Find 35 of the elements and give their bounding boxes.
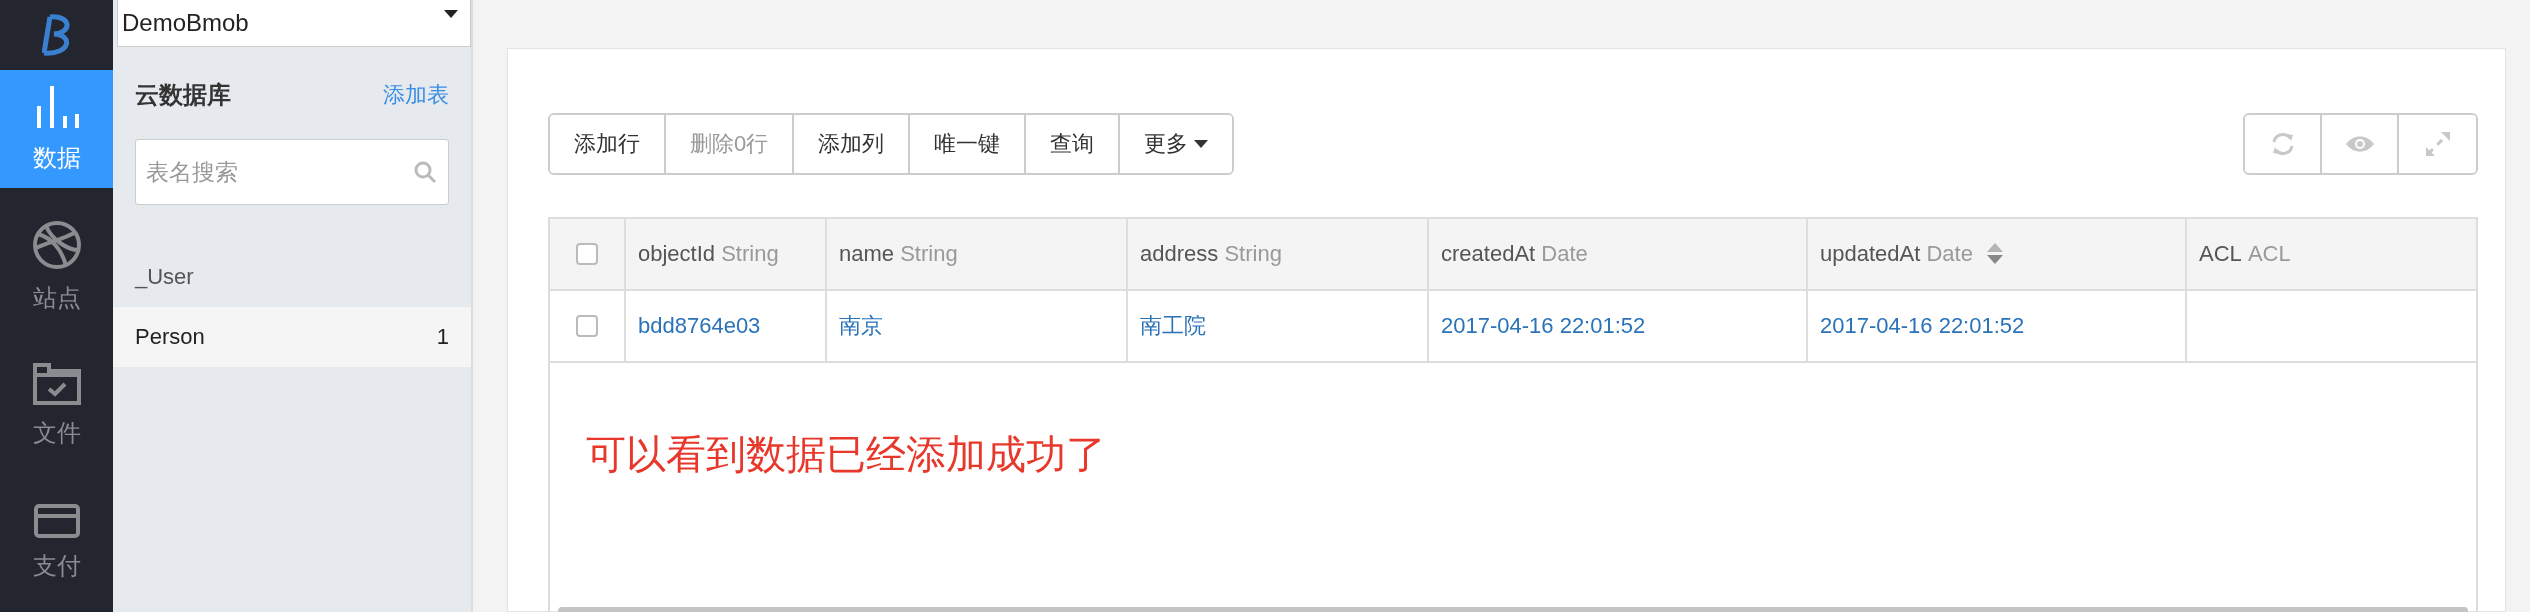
row-count: 1 <box>436 324 449 350</box>
table-cell-text: 南京 <box>839 312 883 340</box>
app-select[interactable]: DemoBmob <box>117 0 471 47</box>
table-list-item[interactable]: Person 1 <box>113 307 471 367</box>
column-header[interactable]: ACL ACL <box>2187 219 2476 289</box>
expand-icon <box>2423 130 2452 158</box>
nav-item[interactable]: 站点 <box>0 198 113 336</box>
eye-icon <box>2344 134 2375 154</box>
table-name: _User <box>135 264 194 290</box>
nav-item[interactable]: 文件 <box>0 336 113 474</box>
table-cell: 2017-04-16 22:01:52 <box>1820 313 2025 339</box>
logo-icon <box>41 13 72 57</box>
search-field[interactable]: 表名搜索 <box>135 139 449 205</box>
globe-icon <box>31 220 82 270</box>
table-name: Person <box>135 324 205 350</box>
toolbar-button[interactable]: 添加行 <box>550 115 666 173</box>
table-cell-text: 南工院 <box>1140 312 1206 340</box>
refresh-button[interactable] <box>2245 115 2322 173</box>
checkbox[interactable] <box>576 315 598 337</box>
nav-item[interactable]: 支付 <box>0 474 113 612</box>
column-header[interactable]: address String <box>1128 219 1429 289</box>
table-list-item[interactable]: _User <box>113 247 471 307</box>
column-header[interactable]: objectId String <box>626 219 827 289</box>
annotation-text: 可以看到数据已经添加成功了 <box>586 432 1106 476</box>
column-header[interactable]: createdAt Date <box>1429 219 1808 289</box>
table-cell: 2017-04-16 22:01:52 <box>1441 313 1646 339</box>
folder-check-icon <box>32 361 81 405</box>
sidebar-title: 云数据库 <box>135 80 231 110</box>
checkbox[interactable] <box>576 243 598 265</box>
card-icon <box>33 504 80 538</box>
table-cell: bdd8764e03 <box>638 313 761 339</box>
column-header[interactable]: name String <box>827 219 1128 289</box>
caret-icon <box>444 10 458 18</box>
search-icon <box>413 160 437 184</box>
column-header[interactable]: updatedAt Date <box>1808 219 2187 289</box>
